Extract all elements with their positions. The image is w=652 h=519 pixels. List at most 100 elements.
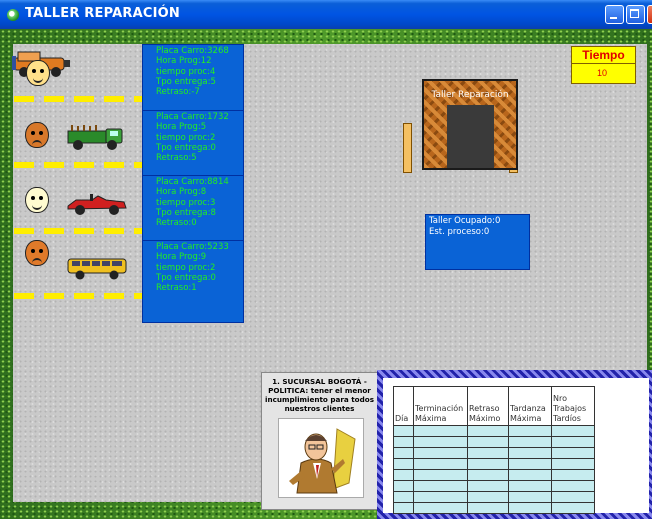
scheduled-hour-text: Hora Prog:5 (156, 122, 207, 133)
scheduled-hour-text: Hora Prog:12 (156, 56, 212, 67)
title-bar[interactable]: TALLER REPARACIÓN (0, 0, 652, 29)
table-cell[interactable] (413, 436, 468, 448)
table-row (393, 502, 595, 514)
plate-text: Placa Carro:3268 (156, 46, 229, 56)
table-cell[interactable] (413, 480, 468, 492)
green-truck-icon (67, 125, 123, 150)
table-cell[interactable] (393, 425, 414, 437)
table-cell[interactable] (508, 491, 552, 503)
workshop-busy-text: Taller Ocupado:0 (429, 216, 501, 226)
table-cell[interactable] (467, 491, 509, 503)
timer-value: 10 (597, 68, 608, 78)
plate-text: Placa Carro:8814 (156, 177, 229, 187)
table-cell[interactable] (551, 425, 595, 437)
results-table: Día Terminación Máxima Retraso Máximo Ta… (393, 386, 595, 514)
table-cell[interactable] (508, 480, 552, 492)
table-header-row: Día Terminación Máxima Retraso Máximo Ta… (393, 386, 595, 426)
table-cell[interactable] (413, 469, 468, 481)
table-cell[interactable] (413, 502, 468, 514)
table-cell[interactable] (467, 458, 509, 470)
scheduled-hour-text: Hora Prog:8 (156, 187, 207, 198)
table-cell[interactable] (508, 447, 552, 459)
app-window: TALLER REPARACIÓN Placa Carro:3268 Hora … (0, 0, 652, 519)
table-cell[interactable] (467, 425, 509, 437)
process-state-text: Est. proceso:0 (429, 226, 490, 237)
customer-face-sad-icon (25, 240, 49, 266)
customer-face-sad-icon (25, 122, 49, 148)
workshop-building: Taller Reparación (422, 79, 518, 170)
results-table-body (393, 425, 595, 514)
table-cell[interactable] (508, 425, 552, 437)
lane-marker (14, 96, 142, 102)
delivery-time-text: Tpo entrega:5 (156, 76, 216, 87)
table-cell[interactable] (413, 491, 468, 503)
table-cell[interactable] (467, 480, 509, 492)
delivery-time-text: Tpo entrega:0 (156, 142, 216, 153)
policy-panel: 1. SUCURSAL BOGOTÁ - POLITICA: tener el … (261, 372, 378, 510)
table-cell[interactable] (393, 436, 414, 448)
lane-marker (14, 162, 142, 168)
table-cell[interactable] (393, 469, 414, 481)
table-row (393, 480, 595, 492)
table-cell[interactable] (393, 480, 414, 492)
table-cell[interactable] (413, 447, 468, 459)
table-cell[interactable] (551, 480, 595, 492)
column-header-terminacion: Terminación Máxima (413, 386, 468, 426)
table-cell[interactable] (551, 436, 595, 448)
process-time-text: tiempo proc:3 (156, 197, 216, 208)
maximize-button[interactable] (626, 5, 645, 24)
table-cell[interactable] (467, 469, 509, 481)
gate-post-left (403, 123, 412, 173)
customer-face-happy-icon (25, 187, 49, 213)
yellow-bus-icon (67, 258, 127, 280)
table-row (393, 491, 595, 503)
table-cell[interactable] (551, 469, 595, 481)
delay-text: Retraso:5 (156, 153, 197, 164)
process-time-text: tiempo proc:4 (156, 66, 216, 77)
car-info-box-4: Placa Carro:5233 Hora Prog:9 tiempo proc… (142, 240, 244, 323)
table-cell[interactable] (551, 491, 595, 503)
table-cell[interactable] (551, 458, 595, 470)
app-icon (7, 9, 19, 21)
column-header-trabajos-tardios: Nro Trabajos Tardíos (551, 386, 595, 426)
workshop-door (447, 105, 494, 168)
table-cell[interactable] (551, 502, 595, 514)
timer-panel: Tiempo 10 (571, 46, 636, 84)
process-time-text: tiempo proc:2 (156, 262, 216, 273)
policy-text: 1. SUCURSAL BOGOTÁ - POLITICA: tener el … (265, 377, 374, 413)
table-cell[interactable] (508, 436, 552, 448)
table-cell[interactable] (393, 491, 414, 503)
window-title: TALLER REPARACIÓN (25, 6, 180, 21)
column-header-retraso: Retraso Máximo (467, 386, 509, 426)
customer-face-happy-icon (26, 60, 50, 86)
table-cell[interactable] (393, 458, 414, 470)
table-row (393, 436, 595, 448)
scheduled-hour-text: Hora Prog:9 (156, 252, 207, 263)
red-convertible-icon (67, 194, 127, 215)
table-cell[interactable] (393, 447, 414, 459)
delay-text: Retraso:0 (156, 218, 197, 229)
minimize-button[interactable] (605, 5, 624, 24)
workshop-status-box: Taller Ocupado:0 Est. proceso:0 (425, 214, 530, 270)
table-cell[interactable] (467, 436, 509, 448)
table-cell[interactable] (393, 502, 414, 514)
table-cell[interactable] (508, 502, 552, 514)
table-cell[interactable] (467, 447, 509, 459)
plate-text: Placa Carro:1732 (156, 112, 229, 122)
table-cell[interactable] (413, 458, 468, 470)
table-cell[interactable] (508, 458, 552, 470)
table-cell[interactable] (551, 447, 595, 459)
lane-marker (14, 228, 142, 234)
column-header-dia: Día (393, 386, 414, 426)
table-row (393, 458, 595, 470)
table-row (393, 447, 595, 459)
process-time-text: tiempo proc:2 (156, 132, 216, 143)
lane-marker (14, 293, 142, 299)
table-cell[interactable] (467, 502, 509, 514)
delay-text: Retraso:1 (156, 283, 197, 294)
table-row (393, 425, 595, 437)
table-cell[interactable] (508, 469, 552, 481)
close-button[interactable] (647, 5, 652, 24)
table-cell[interactable] (413, 425, 468, 437)
businessman-icon (278, 418, 364, 498)
